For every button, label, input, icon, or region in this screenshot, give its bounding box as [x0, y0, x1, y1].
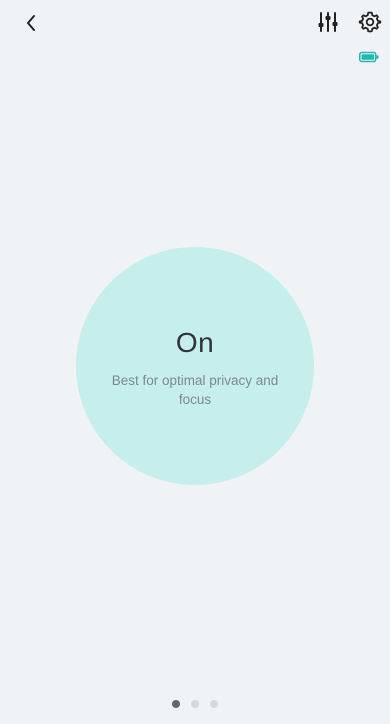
chevron-left-icon [27, 15, 35, 31]
mode-description: Best for optimal privacy and focus [111, 373, 279, 407]
gear-icon [358, 11, 382, 33]
back-button[interactable] [18, 10, 44, 36]
settings-button[interactable] [356, 8, 384, 36]
page-dot-1[interactable] [172, 700, 180, 708]
page-dot-3[interactable] [210, 700, 218, 708]
page-indicator [0, 700, 390, 708]
page-dot-2[interactable] [191, 700, 199, 708]
equalizer-button[interactable] [314, 8, 342, 36]
mode-toggle-circle[interactable]: On Best for optimal privacy and focus [76, 247, 314, 485]
mode-title: On [175, 327, 215, 358]
battery-icon [359, 51, 379, 63]
sliders-icon [318, 12, 338, 32]
battery-indicator [359, 50, 379, 63]
